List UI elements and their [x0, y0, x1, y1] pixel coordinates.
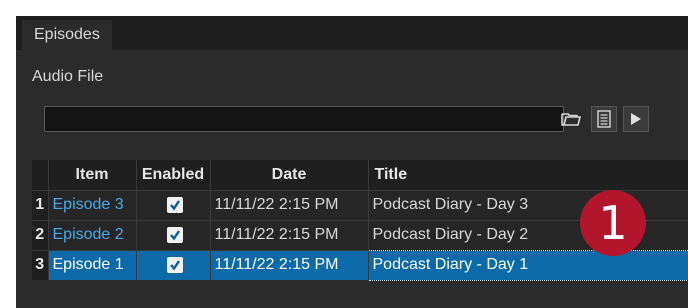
tab-bar: Episodes	[16, 16, 688, 50]
item-cell[interactable]: Episode 3	[48, 189, 137, 220]
play-icon	[630, 112, 642, 126]
enabled-checkbox[interactable]	[167, 257, 183, 274]
checkmark-icon	[170, 260, 180, 271]
checkmark-icon	[170, 200, 180, 211]
row-number: 1	[32, 189, 49, 220]
audio-file-label: Audio File	[32, 68, 104, 85]
column-header-enabled[interactable]: Enabled	[136, 160, 211, 190]
table-row-selected[interactable]: 3 Episode 1 11/11/22 2:15 PM Podcast Dia…	[32, 249, 688, 281]
row-number: 3	[32, 249, 49, 280]
item-cell[interactable]: Episode 1	[48, 249, 137, 280]
enabled-checkbox[interactable]	[167, 196, 183, 213]
item-cell[interactable]: Episode 2	[48, 219, 137, 250]
tab-episodes[interactable]: Episodes	[22, 20, 112, 50]
checkmark-icon	[170, 230, 180, 241]
audio-file-field[interactable]	[44, 106, 564, 132]
date-cell[interactable]: 11/11/22 2:15 PM	[210, 219, 369, 250]
column-header-item[interactable]: Item	[48, 160, 137, 190]
open-folder-button[interactable]	[558, 106, 584, 132]
column-header-date[interactable]: Date	[210, 160, 369, 190]
date-cell[interactable]: 11/11/22 2:15 PM	[210, 249, 369, 280]
folder-open-icon	[560, 110, 582, 128]
enabled-checkbox[interactable]	[167, 226, 183, 243]
enabled-cell	[136, 219, 211, 250]
callout-badge: 1	[580, 190, 646, 256]
play-button[interactable]	[623, 106, 649, 132]
title-cell[interactable]: Podcast Diary - Day 1	[367, 249, 688, 281]
enabled-cell	[136, 189, 211, 220]
list-icon	[597, 110, 611, 128]
list-button[interactable]	[591, 106, 617, 132]
date-cell[interactable]: 11/11/22 2:15 PM	[210, 189, 369, 220]
row-number: 2	[32, 219, 49, 250]
row-number-header	[32, 160, 49, 190]
episodes-panel: Episodes Audio File Item Enabled Date Ti…	[16, 16, 688, 308]
column-header-title[interactable]: Title	[368, 160, 688, 190]
table-header-row: Item Enabled Date Title	[32, 160, 688, 190]
enabled-cell	[136, 249, 211, 280]
